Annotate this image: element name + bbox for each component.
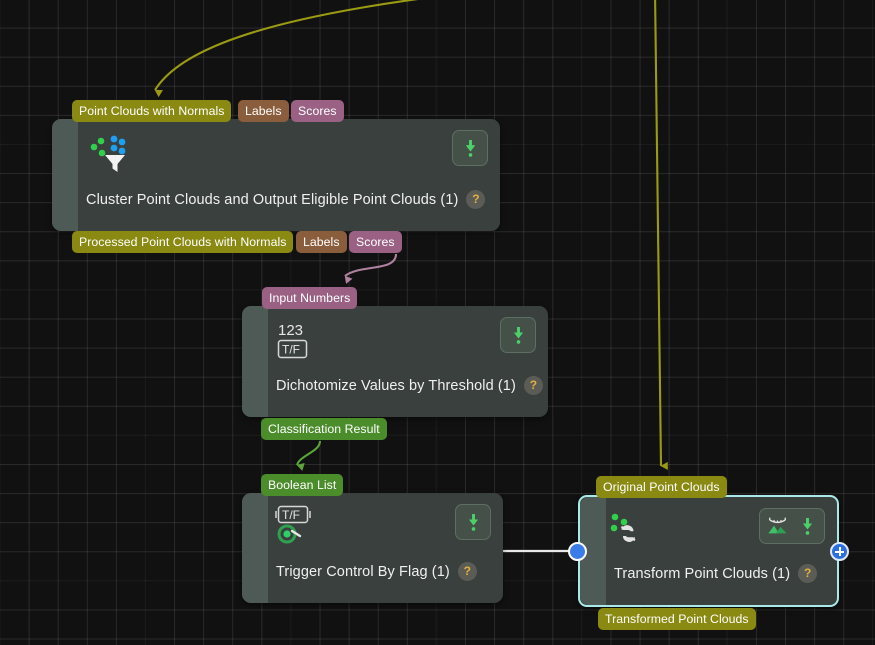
node-title: Trigger Control By Flag (1) — [276, 564, 450, 580]
download-icon[interactable] — [506, 322, 530, 348]
port-in-scores[interactable]: Scores — [291, 100, 344, 122]
download-icon[interactable] — [458, 135, 482, 161]
port-out-transformed-point-clouds[interactable]: Transformed Point Clouds — [598, 608, 756, 630]
node-title-row: Trigger Control By Flag (1) ? — [276, 562, 477, 581]
help-icon[interactable]: ? — [458, 562, 477, 581]
port-in-boolean-list[interactable]: Boolean List — [261, 474, 343, 496]
node-title-row: Dichotomize Values by Threshold (1) ? — [276, 376, 543, 395]
cluster-filter-icon — [88, 133, 134, 173]
edge-offscreen-to-cluster — [155, 0, 875, 90]
point-cloud-transform-icon — [608, 510, 654, 550]
node-title: Transform Point Clouds (1) — [614, 566, 790, 582]
port-out-scores[interactable]: Scores — [349, 231, 402, 253]
flag-trigger-icon: T/F — [274, 504, 320, 544]
svg-text:T/F: T/F — [282, 343, 300, 357]
download-icon[interactable] — [795, 513, 819, 539]
node-title: Dichotomize Values by Threshold (1) — [276, 378, 516, 394]
transform-input-port[interactable] — [568, 542, 587, 561]
svg-text:T/F: T/F — [282, 508, 300, 522]
help-icon[interactable]: ? — [524, 376, 543, 395]
port-out-labels[interactable]: Labels — [296, 231, 347, 253]
node-title-row: Transform Point Clouds (1) ? — [614, 564, 817, 583]
node-trigger-control-by-flag[interactable]: T/F Trigger Control By Flag (1) ? — [242, 493, 503, 603]
edge-classification-to-boolean — [297, 441, 320, 465]
edge-scores-to-input-numbers — [345, 254, 396, 276]
node-toolbar[interactable] — [500, 317, 536, 353]
download-icon[interactable] — [461, 509, 485, 535]
port-in-point-clouds-with-normals[interactable]: Point Clouds with Normals — [72, 100, 231, 122]
help-icon[interactable]: ? — [798, 564, 817, 583]
edge-offscreen-to-transform — [655, 0, 661, 466]
number-to-boolean-icon: 123 T/F — [276, 320, 322, 360]
node-toolbar[interactable] — [452, 130, 488, 166]
node-title-row: Cluster Point Clouds and Output Eligible… — [86, 190, 485, 209]
port-in-input-numbers[interactable]: Input Numbers — [262, 287, 357, 309]
port-in-labels[interactable]: Labels — [238, 100, 289, 122]
node-transform-point-clouds[interactable]: Transform Point Clouds (1) ? — [578, 495, 839, 607]
port-out-processed-point-clouds-with-normals[interactable]: Processed Point Clouds with Normals — [72, 231, 293, 253]
node-dichotomize-values[interactable]: 123 T/F Dichotomize Values by Threshold … — [242, 306, 548, 417]
transform-output-port[interactable] — [830, 542, 849, 561]
node-title: Cluster Point Clouds and Output Eligible… — [86, 192, 458, 208]
port-out-classification-result[interactable]: Classification Result — [261, 418, 387, 440]
help-icon[interactable]: ? — [466, 190, 485, 209]
svg-text:123: 123 — [278, 322, 303, 339]
node-graph-canvas[interactable]: Point Clouds with Normals Labels Scores — [0, 0, 875, 645]
port-in-original-point-clouds[interactable]: Original Point Clouds — [596, 476, 727, 498]
landscape-measure-icon[interactable] — [765, 513, 789, 539]
node-toolbar[interactable] — [455, 504, 491, 540]
node-cluster-point-clouds[interactable]: Cluster Point Clouds and Output Eligible… — [52, 119, 500, 231]
node-toolbar[interactable] — [759, 508, 825, 544]
